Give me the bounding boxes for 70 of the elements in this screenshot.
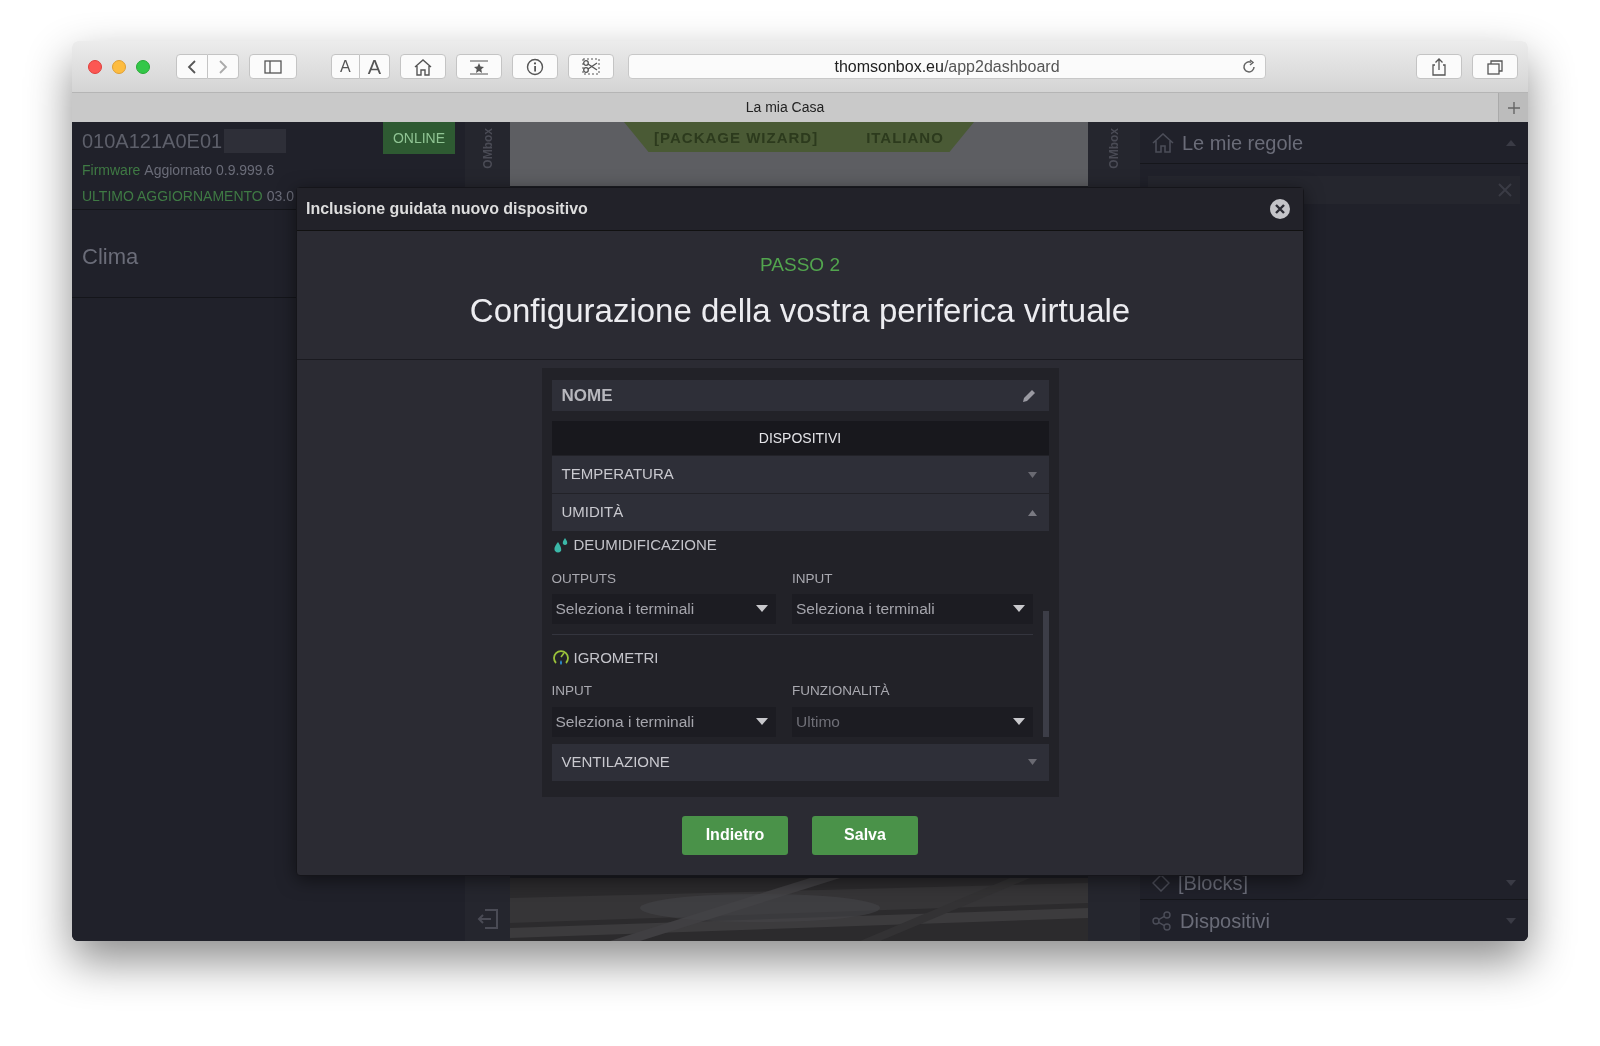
firmware-label: Firmware [82, 162, 141, 178]
forward-icon [218, 58, 228, 75]
accordion-header[interactable]: UMIDITÀ [551, 494, 1049, 531]
select-field[interactable]: Seleziona i terminali [551, 593, 776, 624]
device-id: 010A121A0E01 [82, 129, 223, 154]
close-window-button[interactable] [88, 59, 102, 74]
caret-down-icon [1012, 605, 1025, 613]
close-icon[interactable] [1269, 198, 1291, 220]
zoom-window-button[interactable] [136, 59, 150, 74]
sidebar-button[interactable] [249, 54, 297, 79]
back-icon [187, 58, 197, 75]
caret-down-icon [756, 718, 768, 725]
home-button[interactable] [400, 54, 446, 79]
field-label: OUTPUTS [551, 569, 617, 588]
update-label: ULTIMO AGGIORNAMENTO [82, 188, 263, 204]
accordion-header[interactable]: VENTILAZIONE [551, 743, 1049, 781]
caret-down-icon [1506, 917, 1516, 924]
share-button[interactable] [1416, 54, 1462, 79]
tabs-button[interactable] [1472, 54, 1518, 79]
top-sites-button[interactable] [456, 54, 502, 79]
reload-icon[interactable] [1241, 59, 1257, 75]
scrollbar-thumb[interactable] [1042, 611, 1049, 737]
caret-down-icon [1012, 718, 1025, 725]
action-button[interactable]: Salva [812, 815, 918, 855]
smaller-text-button[interactable]: A [331, 54, 360, 79]
sidebar-icon [264, 59, 282, 74]
action-button[interactable]: Indietro [682, 815, 788, 855]
nodes-icon [1152, 910, 1172, 931]
step-label: PASSO 2 [759, 253, 841, 277]
status-badge: ONLINE [382, 122, 455, 154]
panel-title: Le mie regole [1182, 130, 1305, 156]
star-icon [469, 57, 489, 76]
firmware-version: Aggiornato 0.9.999.6 [144, 162, 275, 178]
exit-icon[interactable] [476, 909, 499, 929]
forward-button[interactable] [208, 54, 239, 79]
select-field: Ultimo [792, 706, 1033, 737]
plus-icon [1506, 100, 1521, 115]
larger-text-button[interactable]: A [359, 54, 390, 79]
url-text: thomsonbox.eu/app2dashboard [834, 56, 1060, 77]
name-field[interactable]: NOME [551, 380, 1049, 411]
home-icon [413, 57, 433, 76]
caret-down-icon [1506, 880, 1516, 886]
share-icon [1429, 57, 1449, 76]
tabs-icon [1485, 57, 1505, 76]
clip-button[interactable] [568, 54, 614, 79]
section-title: IGROMETRI [573, 647, 659, 668]
dialog-title: Inclusione guidata nuovo dispositivo [306, 199, 588, 219]
droplets-icon [551, 537, 570, 554]
info-icon [525, 57, 545, 76]
back-button[interactable] [176, 54, 208, 79]
address-bar[interactable]: thomsonbox.eu/app2dashboard [628, 54, 1266, 79]
minimize-window-button[interactable] [112, 59, 126, 74]
devices-tab[interactable]: DISPOSITIVI [551, 421, 1049, 455]
scissors-icon [581, 57, 601, 76]
update-date: 03.0 [266, 188, 294, 204]
new-tab-button[interactable] [1498, 93, 1528, 122]
diamond-icon [1152, 874, 1170, 892]
dialog-heading: Configurazione della vostra periferica virtuale [468, 290, 1132, 331]
caret-down-icon [756, 605, 768, 613]
pencil-icon [1020, 387, 1037, 404]
section-title: DEUMIDIFICAZIONE [573, 535, 717, 555]
field-label: INPUT [792, 569, 834, 588]
accordion-header[interactable]: TEMPERATURA [551, 456, 1049, 493]
field-label: FUNZIONALITÀ [792, 682, 891, 701]
select-field[interactable]: Seleziona i terminali [551, 706, 776, 737]
info-button[interactable] [512, 54, 558, 79]
section-title: Clima [82, 244, 139, 269]
select-field[interactable]: Seleziona i terminali [792, 593, 1033, 624]
field-label: INPUT [551, 682, 593, 701]
home-icon [1152, 132, 1174, 153]
